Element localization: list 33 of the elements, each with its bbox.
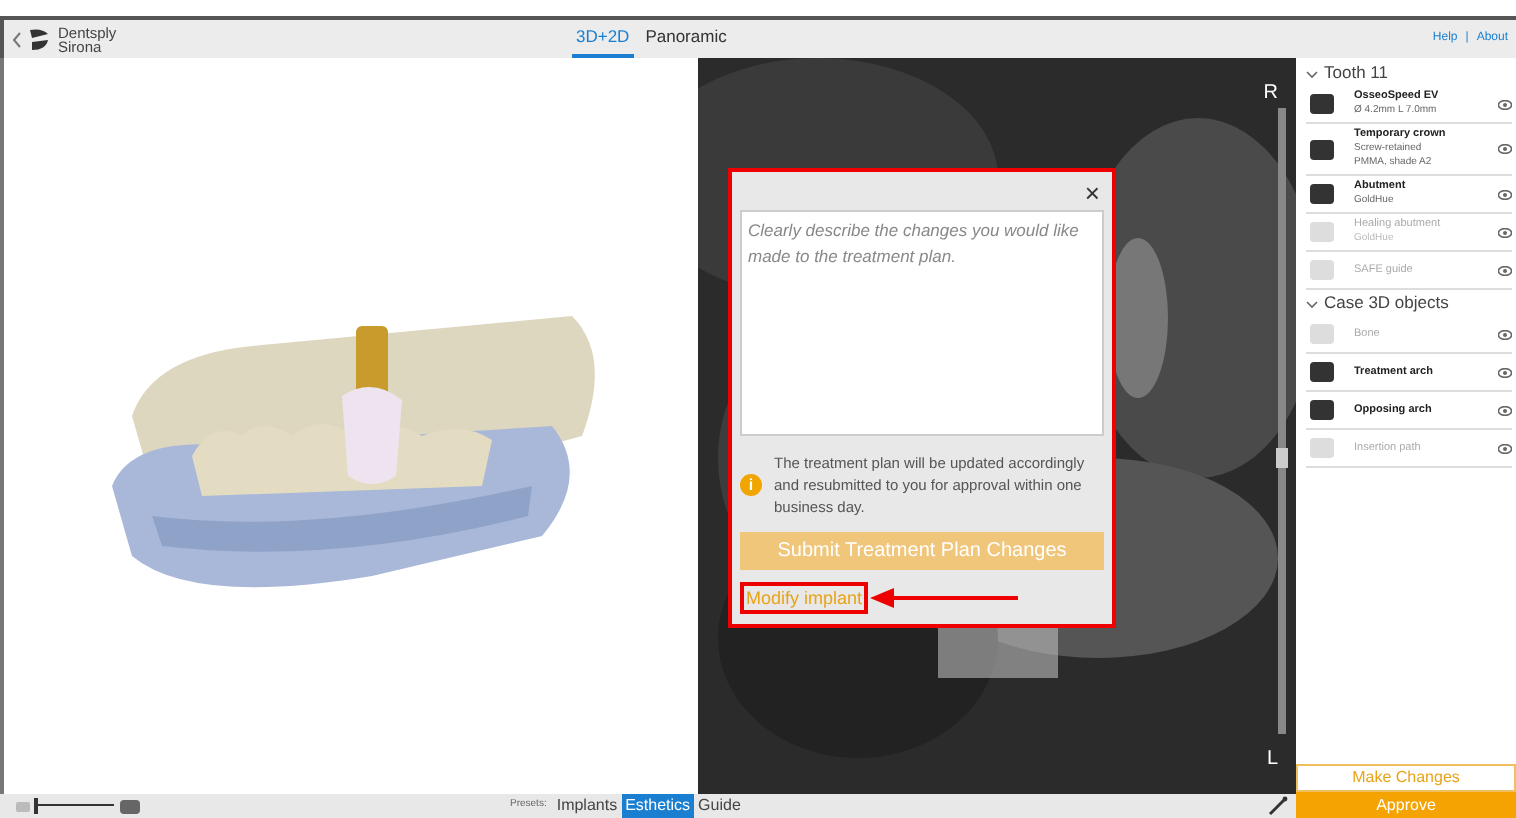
object-icon [1310,94,1334,114]
orientation-label: R [1263,80,1278,108]
object-icon [1310,362,1334,382]
eye-icon[interactable] [1498,144,1512,154]
make-changes-button[interactable]: Make Changes [1296,764,1516,792]
object-icon [1310,438,1334,458]
object-icon [1310,400,1334,420]
back-icon[interactable] [12,31,22,47]
section-header[interactable]: Case 3D objects [1306,290,1512,316]
object-icon [1310,139,1334,159]
object-icon [1310,184,1334,204]
zoom-slider[interactable] [34,798,114,814]
info-icon: i [740,474,762,496]
view-tab[interactable]: Panoramic [641,20,731,58]
close-button[interactable]: × [1084,180,1100,206]
chevron-icon [1306,297,1318,309]
logo-icon [30,27,50,51]
input-field[interactable]: Clearly describe the changes you would like made to the treatment plan. [740,210,1104,436]
orientation-label: L [1266,746,1278,774]
eye-icon[interactable] [1498,405,1512,415]
object-icon [1310,260,1334,280]
eye-icon[interactable] [1498,189,1512,199]
preset-tab[interactable]: Implants [552,794,622,818]
section-header[interactable]: Tooth 11 [1306,60,1512,86]
object-icon [1310,222,1334,242]
eye-icon[interactable] [1498,367,1512,377]
scrollbar[interactable] [1278,108,1286,734]
preset-tab[interactable]: Esthetics [621,794,695,818]
preset-tab[interactable]: Guide [694,794,745,818]
eye-icon[interactable] [1498,99,1512,109]
chevron-icon [1306,67,1318,79]
object-icon [1310,324,1334,344]
magic-wand-icon[interactable] [1268,796,1288,816]
